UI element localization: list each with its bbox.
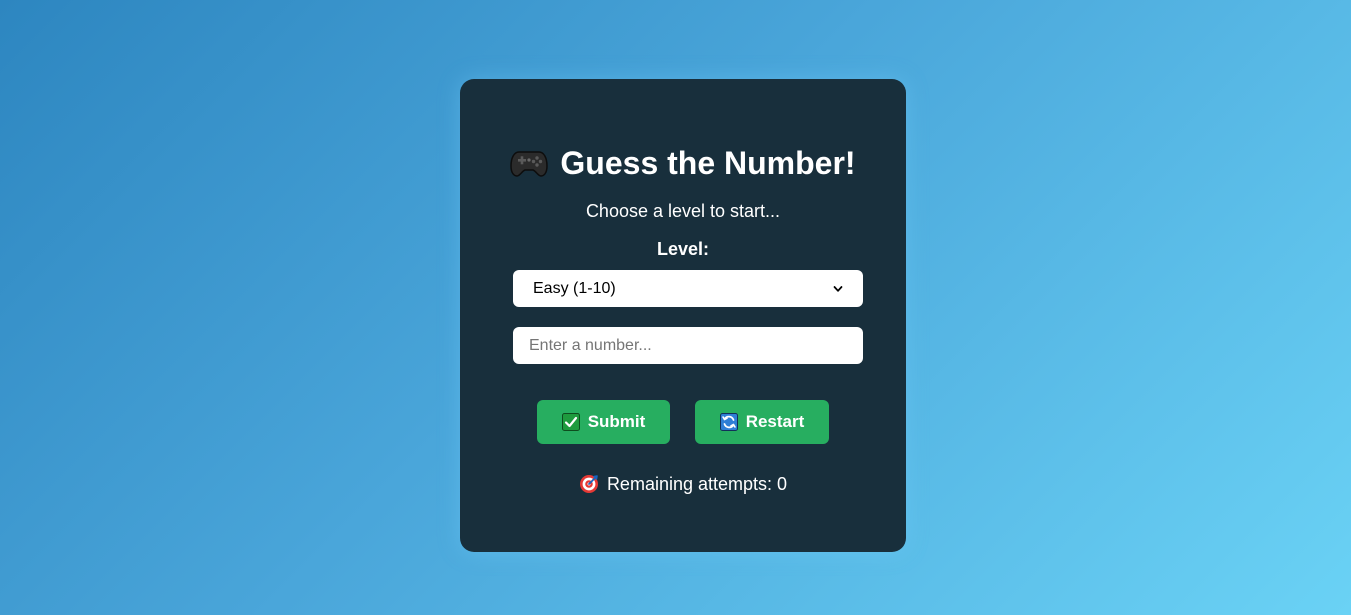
attempts-display: Remaining attempts: 0	[460, 472, 906, 496]
game-card: Guess the Number! Choose a level to star…	[460, 79, 906, 552]
chevron-down-icon	[833, 285, 843, 292]
status-message: Choose a level to start...	[585, 201, 781, 221]
level-label: Level:	[656, 239, 710, 259]
submit-button[interactable]: Submit	[537, 400, 670, 444]
attempts-value: 0	[777, 474, 788, 494]
guess-input[interactable]	[513, 327, 863, 364]
gamepad-icon	[510, 151, 549, 177]
restart-button[interactable]: Restart	[695, 400, 829, 444]
page-title: Guess the Number!	[460, 143, 906, 183]
refresh-icon	[719, 413, 738, 431]
level-select[interactable]: Easy (1-10)	[513, 270, 863, 307]
check-icon	[561, 413, 580, 431]
title-text: Guess the Number!	[560, 145, 856, 181]
target-icon	[579, 475, 598, 493]
submit-label: Submit	[587, 412, 646, 431]
restart-label: Restart	[745, 412, 805, 431]
level-select-value: Easy (1-10)	[533, 279, 616, 297]
attempts-label: Remaining attempts:	[606, 474, 773, 494]
